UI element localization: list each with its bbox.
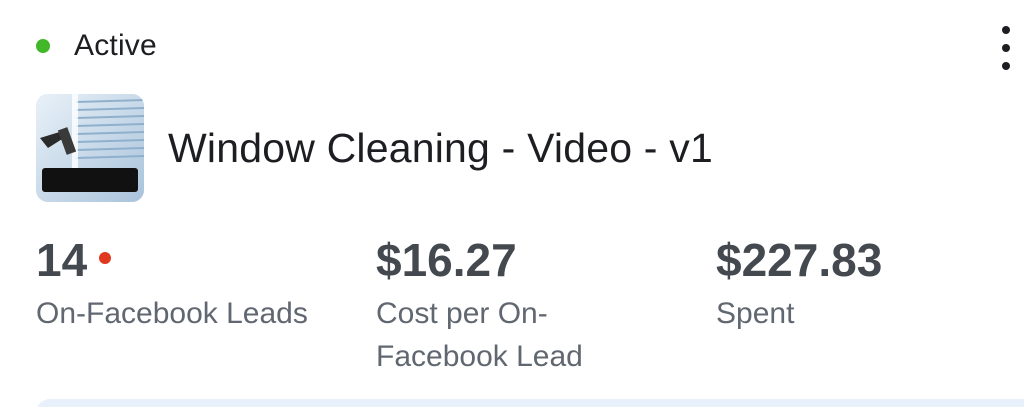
- status-label: Active: [74, 29, 157, 62]
- metric-spent: $227.83 Spent: [716, 232, 882, 335]
- ad-card[interactable]: Active Window Cleaning - Video - v1 14 O…: [0, 0, 1024, 407]
- leads-label: On-Facebook Leads: [36, 297, 308, 330]
- status-indicator: Active: [36, 26, 157, 66]
- ad-row[interactable]: Window Cleaning - Video - v1: [36, 94, 713, 202]
- spent-value: $227.83: [716, 234, 883, 286]
- next-section-edge: [36, 399, 1024, 407]
- metric-cost-per-lead: $16.27 Cost per On-Facebook Lead: [376, 232, 656, 378]
- status-dot: [36, 39, 50, 53]
- spent-label: Spent: [716, 297, 795, 330]
- ad-name[interactable]: Window Cleaning - Video - v1: [168, 125, 713, 172]
- more-options-icon[interactable]: [996, 26, 1016, 70]
- alert-dot-icon: [99, 252, 112, 264]
- cost-per-lead-value: $16.27: [376, 234, 517, 286]
- leads-value: 14: [36, 234, 88, 286]
- cost-per-lead-label: Cost per On-Facebook Lead: [376, 297, 583, 373]
- metric-leads: 14 On-Facebook Leads: [36, 232, 308, 335]
- ad-thumbnail[interactable]: [36, 94, 144, 202]
